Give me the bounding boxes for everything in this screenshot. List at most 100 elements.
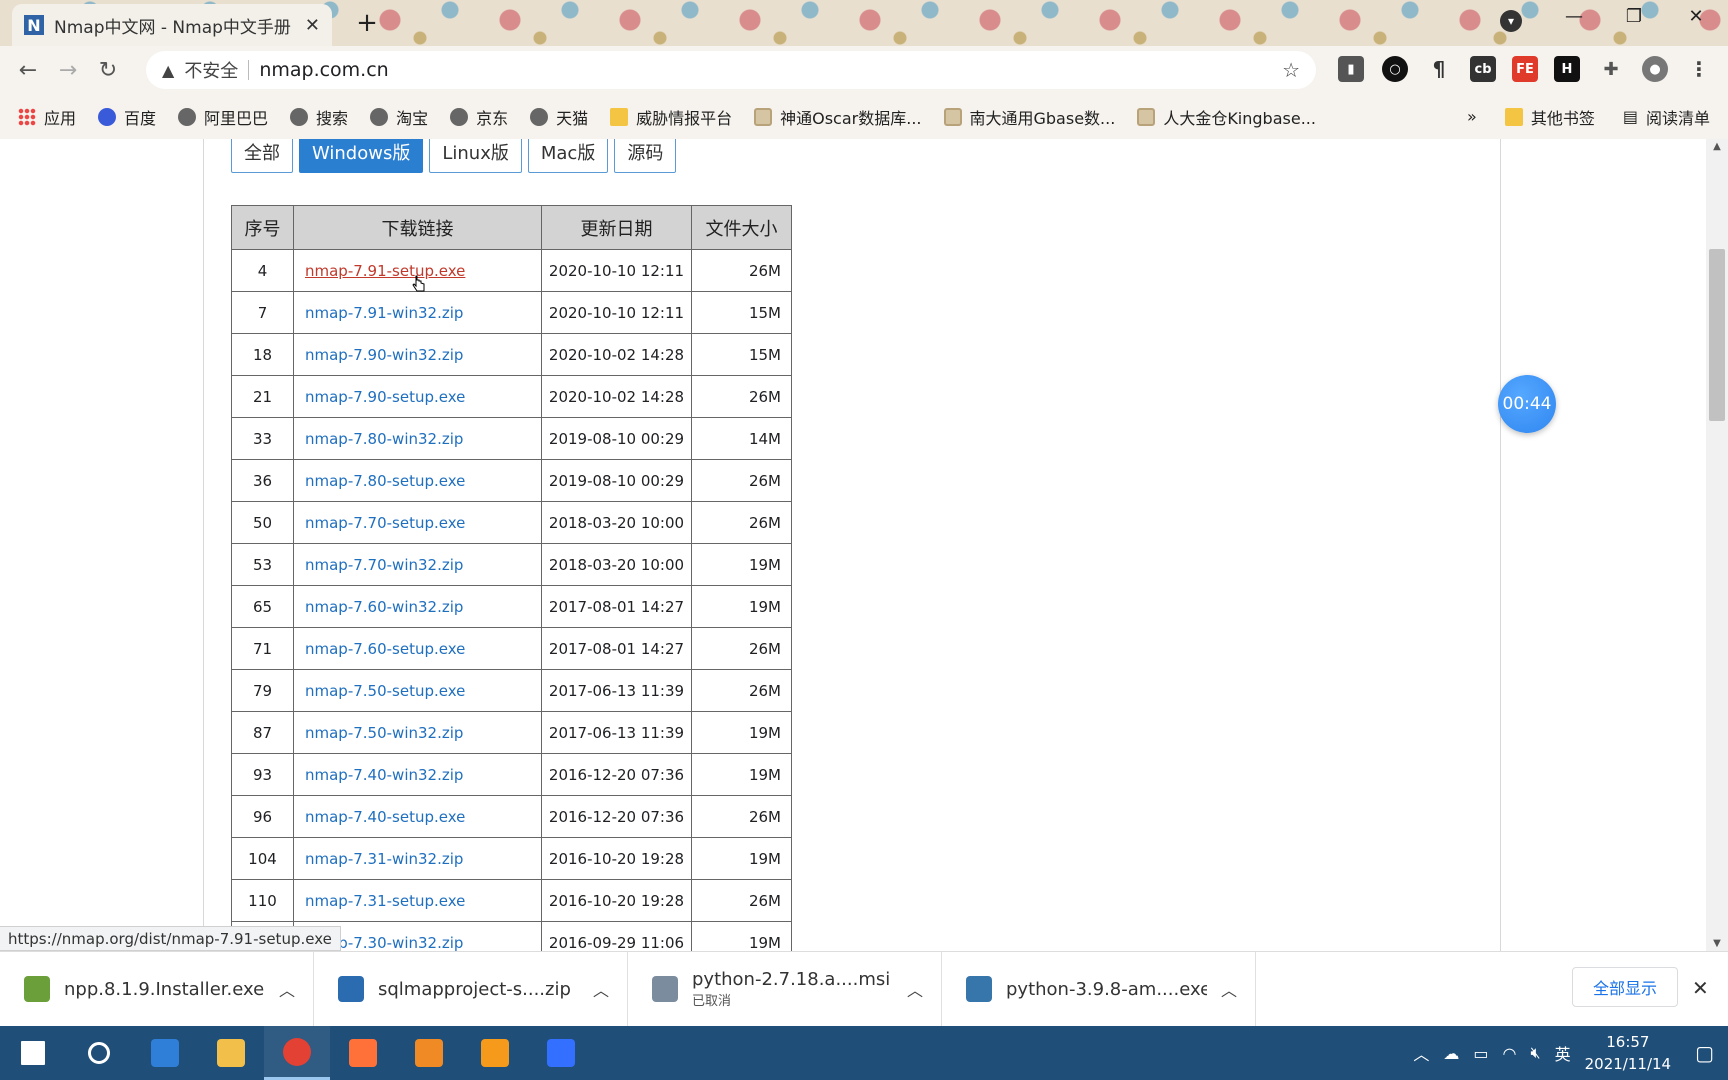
cookie-editor-extension-icon[interactable]: cb: [1470, 56, 1496, 82]
bookmark-kingbase-db[interactable]: 人大金仓Kingbase...: [1137, 105, 1316, 129]
download-filename: npp.8.1.9.Installer.exe: [64, 978, 265, 1000]
reload-button[interactable]: ↻: [88, 58, 128, 83]
download-link[interactable]: nmap-7.60-win32.zip: [305, 598, 463, 616]
recording-timer-badge[interactable]: 00:44: [1498, 375, 1556, 433]
bookmark-gbase-db[interactable]: 南大通用Gbase数...: [943, 105, 1115, 129]
download-item[interactable]: python-3.9.8-am....exe ︿: [942, 951, 1256, 1027]
filter-source-button[interactable]: 源码: [614, 139, 677, 173]
row-date: 2018-03-20 10:00: [541, 501, 692, 544]
download-options-chevron-icon[interactable]: ︿: [593, 977, 609, 1001]
bookmark-search[interactable]: 搜索: [290, 105, 348, 129]
scroll-down-arrow-icon[interactable]: ▼: [1706, 938, 1728, 949]
download-link[interactable]: nmap-7.31-setup.exe: [305, 892, 465, 910]
download-link[interactable]: nmap-7.50-setup.exe: [305, 682, 465, 700]
show-all-downloads-button[interactable]: 全部显示: [1572, 967, 1679, 1007]
close-shelf-icon[interactable]: ✕: [1692, 976, 1709, 1000]
row-date: 2017-06-13 11:39: [541, 711, 692, 754]
forward-button[interactable]: →: [48, 58, 88, 83]
browser-menu-icon[interactable]: ⋮: [1686, 56, 1712, 82]
download-item[interactable]: sqlmapproject-s....zip ︿: [314, 951, 628, 1027]
ime-indicator[interactable]: 英: [1555, 1041, 1571, 1065]
volume-muted-icon[interactable]: 🔇︎: [1531, 1043, 1541, 1063]
bookmark-threat-intel[interactable]: 威胁情报平台: [610, 105, 732, 129]
reading-list-button[interactable]: ▤ 阅读清单: [1623, 105, 1710, 129]
bookmark-label: 阅读清单: [1645, 108, 1710, 128]
back-button[interactable]: ←: [8, 58, 48, 83]
taskbar-item[interactable]: [0, 1026, 66, 1080]
download-link[interactable]: nmap-7.91-setup.exe: [305, 262, 465, 280]
download-table: 序号 下载链接 更新日期 文件大小 4 nmap-7.91-setup.exe 20…: [231, 205, 792, 951]
download-link[interactable]: nmap-7.40-win32.zip: [305, 766, 463, 784]
download-link[interactable]: nmap-7.70-win32.zip: [305, 556, 463, 574]
address-bar[interactable]: ▲ 不安全 nmap.com.cn ☆: [146, 51, 1316, 89]
minimize-button[interactable]: —: [1554, 6, 1594, 27]
filter-mac-button[interactable]: Mac版: [527, 139, 609, 173]
taskbar-item[interactable]: [528, 1026, 594, 1080]
download-item[interactable]: npp.8.1.9.Installer.exe ︿: [0, 951, 314, 1027]
download-link[interactable]: nmap-7.90-setup.exe: [305, 388, 465, 406]
filter-all-button[interactable]: 全部: [231, 139, 293, 173]
bookmark-baidu[interactable]: 百度: [98, 105, 156, 129]
profile-avatar-icon[interactable]: ●: [1642, 56, 1668, 82]
taskbar-item[interactable]: [198, 1026, 264, 1080]
download-link[interactable]: nmap-7.91-win32.zip: [305, 304, 463, 322]
bookmark-apps[interactable]: 应用: [18, 105, 76, 129]
taskbar-item[interactable]: [132, 1026, 198, 1080]
download-link[interactable]: nmap-7.31-win32.zip: [305, 850, 463, 868]
download-link[interactable]: nmap-7.70-setup.exe: [305, 514, 465, 532]
pilcrow-extension-icon[interactable]: ¶: [1426, 56, 1452, 82]
battery-icon[interactable]: ▭: [1473, 1044, 1488, 1063]
scrollbar-thumb[interactable]: [1709, 249, 1725, 421]
more-bookmarks-button[interactable]: »: [1467, 107, 1477, 126]
filter-windows-button[interactable]: Windows版: [299, 139, 424, 173]
taskbar-item[interactable]: [66, 1026, 132, 1080]
bookmark-jd[interactable]: 京东: [450, 105, 508, 129]
new-tab-button[interactable]: +: [352, 8, 382, 38]
url-text[interactable]: nmap.com.cn: [259, 59, 1272, 81]
download-item[interactable]: python-2.7.18.a....msi 已取消 ︿: [628, 951, 942, 1027]
circle-extension-icon[interactable]: ○: [1382, 56, 1408, 82]
tray-overflow-chevron-icon[interactable]: ︿: [1413, 1041, 1429, 1065]
bookmark-alibaba[interactable]: 阿里巴巴: [178, 105, 268, 129]
download-link[interactable]: nmap-7.80-setup.exe: [305, 472, 465, 490]
browser-tab-active[interactable]: N Nmap中文网 - Nmap中文手册 ✕: [12, 4, 332, 46]
onedrive-cloud-icon[interactable]: ☁: [1443, 1044, 1459, 1063]
download-link[interactable]: nmap-7.40-setup.exe: [305, 808, 465, 826]
security-label[interactable]: 不安全: [184, 57, 238, 83]
close-window-button[interactable]: ✕: [1676, 6, 1716, 27]
scroll-up-arrow-icon[interactable]: ▲: [1706, 141, 1728, 152]
download-link[interactable]: nmap-7.90-win32.zip: [305, 346, 463, 364]
network-icon[interactable]: ◠: [1503, 1044, 1517, 1063]
taskbar-item[interactable]: [462, 1026, 528, 1080]
bookmark-oscar-db[interactable]: 神通Oscar数据库...: [754, 105, 922, 129]
zip-file-icon: [338, 976, 364, 1002]
tab-search-icon[interactable]: ▾: [1500, 10, 1522, 32]
other-bookmarks-folder[interactable]: 其他书签: [1504, 105, 1595, 129]
bookmark-star-icon[interactable]: ☆: [1282, 58, 1300, 82]
restore-button[interactable]: ❐: [1614, 6, 1654, 27]
download-options-chevron-icon[interactable]: ︿: [279, 977, 295, 1001]
system-clock[interactable]: 16:57 2021/11/14: [1585, 1031, 1671, 1075]
extensions-puzzle-icon[interactable]: ✚: [1598, 56, 1624, 82]
notification-center-icon[interactable]: ▢: [1695, 1041, 1714, 1065]
bookmark-tmall[interactable]: 天猫: [530, 105, 588, 129]
filter-linux-button[interactable]: Linux版: [429, 139, 522, 173]
hackbar-extension-icon[interactable]: H: [1554, 56, 1580, 82]
download-link-cell: nmap-7.50-setup.exe: [293, 669, 542, 712]
download-link[interactable]: nmap-7.50-win32.zip: [305, 724, 463, 742]
download-options-chevron-icon[interactable]: ︿: [1221, 977, 1237, 1001]
download-link[interactable]: nmap-7.80-win32.zip: [305, 430, 463, 448]
taskbar-item[interactable]: [264, 1026, 330, 1080]
page-scrollbar[interactable]: ▲ ▼: [1706, 139, 1728, 951]
taskbar-item[interactable]: [330, 1026, 396, 1080]
bookmark-taobao[interactable]: 淘宝: [370, 105, 428, 129]
row-size: 19M: [691, 585, 792, 628]
tab-close-icon[interactable]: ✕: [305, 15, 320, 36]
taskbar-item[interactable]: [396, 1026, 462, 1080]
row-date: 2019-08-10 00:29: [541, 459, 692, 502]
fe-helper-extension-icon[interactable]: FE: [1512, 56, 1538, 82]
download-link[interactable]: nmap-7.60-setup.exe: [305, 640, 465, 658]
bitwarden-extension-icon[interactable]: ▮: [1338, 56, 1364, 82]
warning-icon[interactable]: ▲: [162, 61, 174, 80]
download-options-chevron-icon[interactable]: ︿: [907, 977, 923, 1001]
